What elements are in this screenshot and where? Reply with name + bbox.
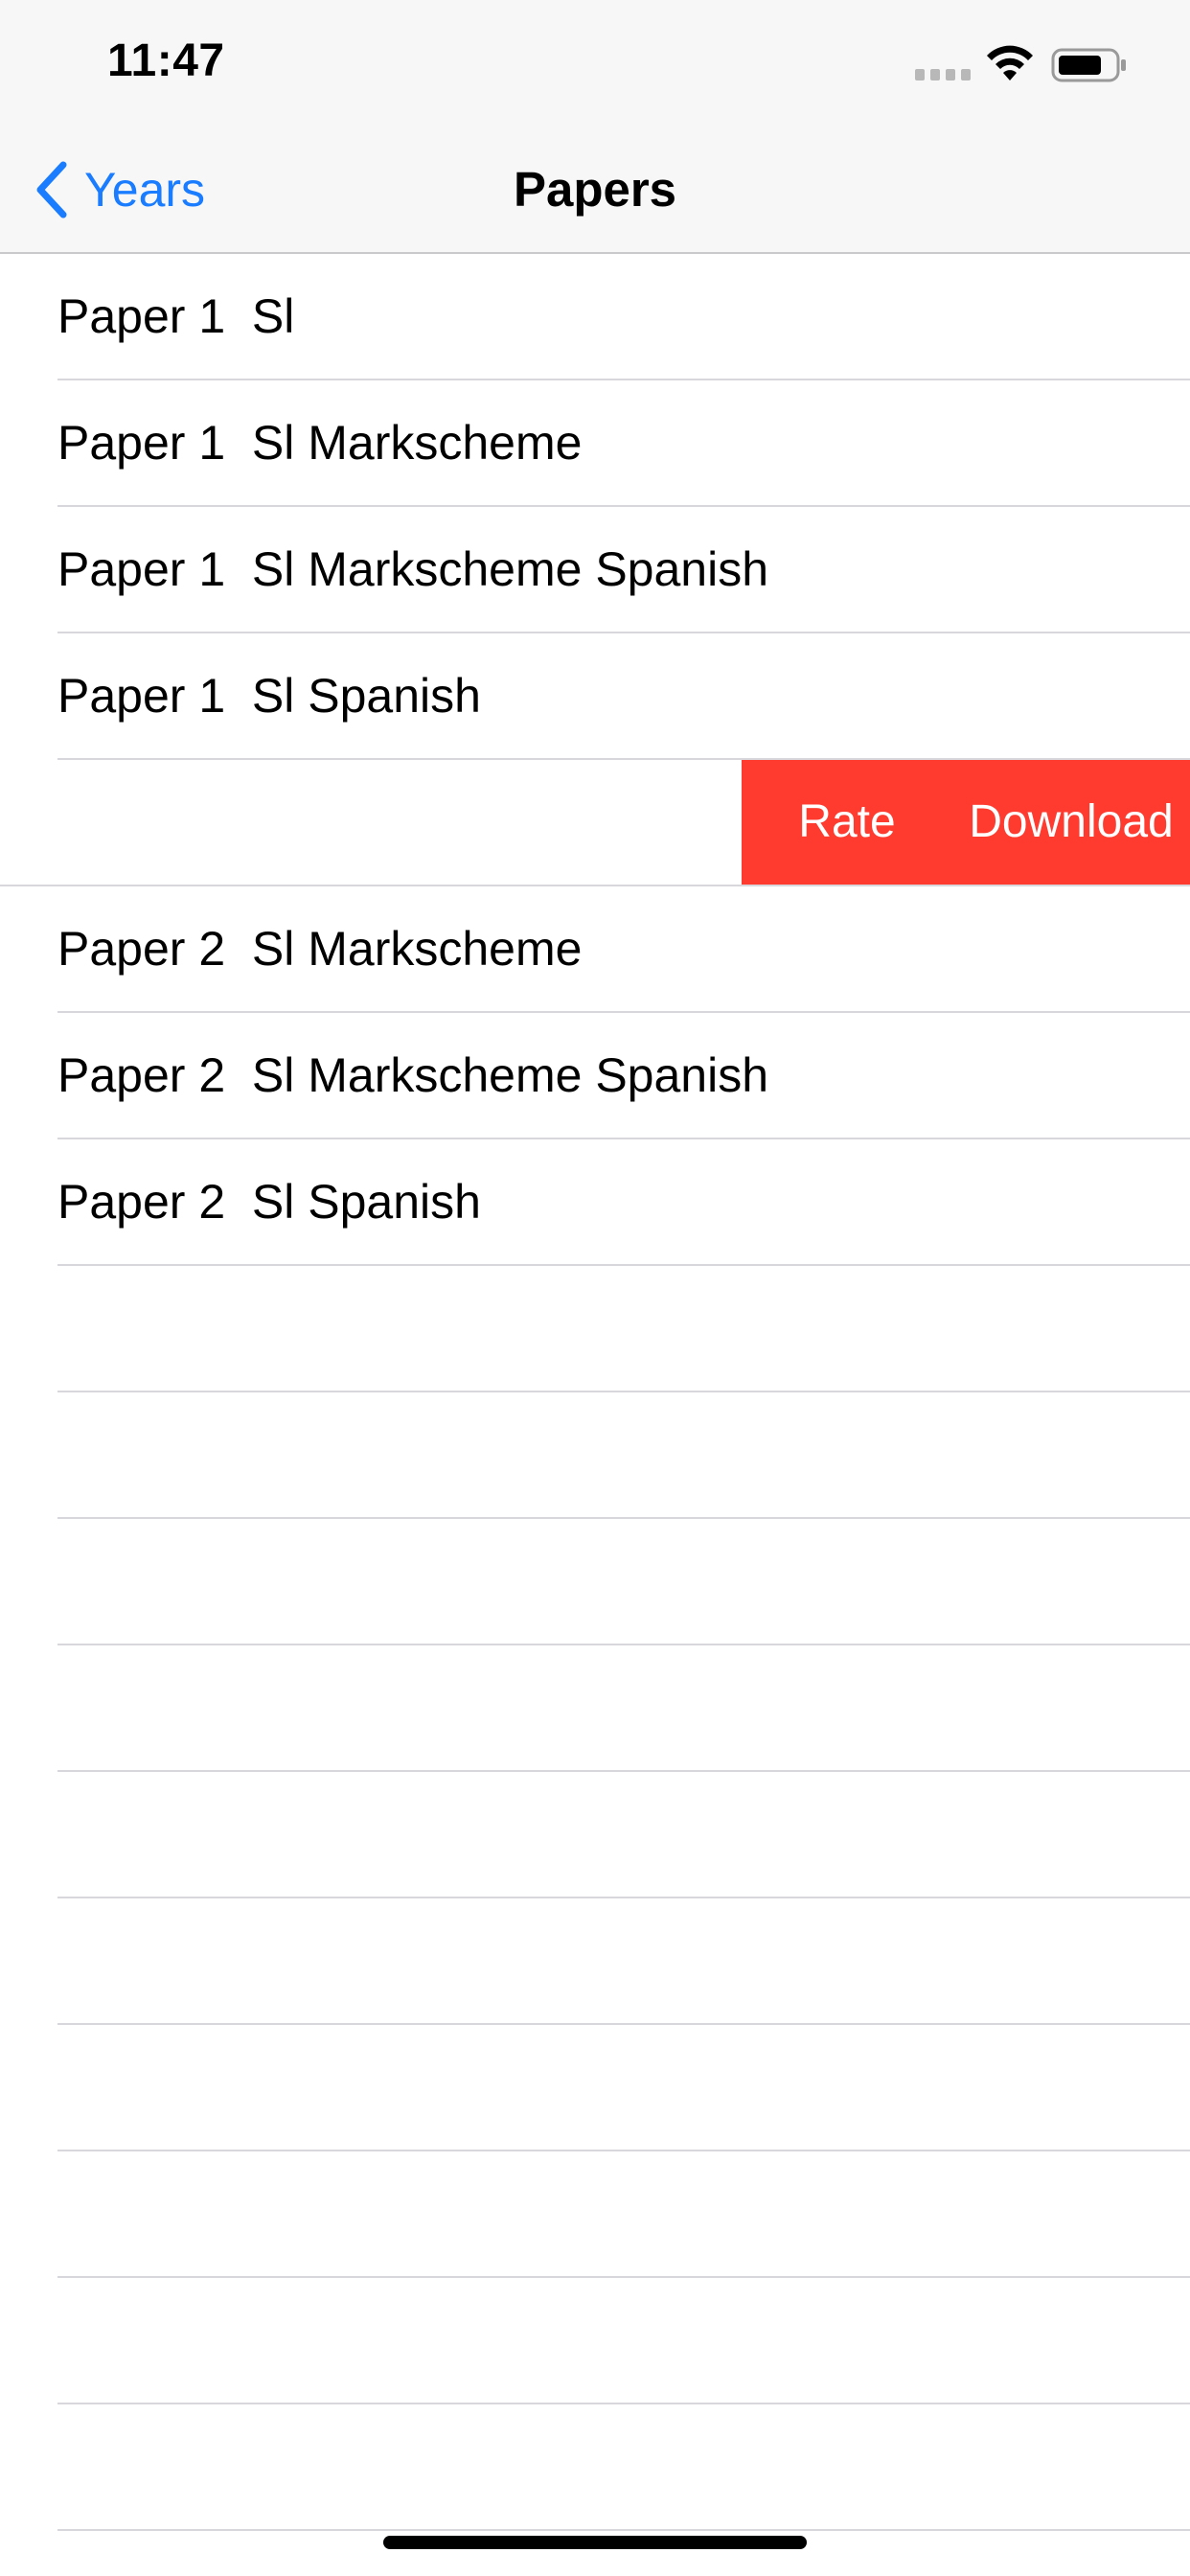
row-label: Paper 2 Sl Markscheme	[57, 922, 583, 976]
empty-row	[0, 2025, 1190, 2151]
empty-row	[0, 2404, 1190, 2531]
empty-row	[0, 1772, 1190, 1898]
table-row[interactable]: Paper 1 Sl	[0, 254, 1190, 380]
empty-row	[0, 1392, 1190, 1519]
row-label: Paper 1 Sl Markscheme	[57, 416, 583, 470]
download-button[interactable]: Download	[952, 760, 1190, 885]
page-title: Papers	[513, 162, 677, 217]
home-indicator[interactable]	[383, 2536, 807, 2549]
table-row-swiped[interactable]: Rate Download	[0, 760, 1190, 886]
row-divider	[57, 2529, 1190, 2531]
status-bar: 11:47	[0, 0, 1190, 126]
rate-button[interactable]: Rate	[742, 760, 952, 885]
status-time: 11:47	[107, 35, 225, 86]
row-label: Paper 2 Sl Markscheme Spanish	[57, 1048, 769, 1102]
row-label: Paper 1 Sl Spanish	[57, 669, 481, 723]
table-row[interactable]: Paper 2 Sl Markscheme Spanish	[0, 1013, 1190, 1139]
empty-row	[0, 1645, 1190, 1772]
table-row[interactable]: Paper 2 Sl Spanish	[0, 1139, 1190, 1266]
row-label: Paper 1 Sl	[57, 289, 295, 343]
navigation-bar: Years Papers	[0, 126, 1190, 253]
row-label: Paper 1 Sl Markscheme Spanish	[57, 542, 769, 596]
papers-screen: 11:47 Years Papers Paper 1 Sl Paper 1 Sl…	[0, 0, 1190, 2576]
signal-dots-icon	[915, 69, 971, 80]
empty-row	[0, 2151, 1190, 2278]
wifi-icon	[987, 45, 1033, 80]
empty-row	[0, 1266, 1190, 1392]
table-row[interactable]: Paper 1 Sl Spanish	[0, 633, 1190, 760]
table-row[interactable]: Paper 2 Sl Markscheme	[0, 886, 1190, 1013]
table-row[interactable]: Paper 1 Sl Markscheme Spanish	[0, 507, 1190, 633]
empty-row	[0, 1519, 1190, 1645]
row-label: Paper 2 Sl Spanish	[57, 1175, 481, 1229]
table-row[interactable]: Paper 1 Sl Markscheme	[0, 380, 1190, 507]
battery-icon	[1051, 48, 1126, 82]
empty-row	[0, 1898, 1190, 2025]
empty-row	[0, 2278, 1190, 2404]
papers-table: Paper 1 Sl Paper 1 Sl Markscheme Paper 1…	[0, 254, 1190, 2531]
swipe-actions: Rate Download	[742, 760, 1190, 885]
